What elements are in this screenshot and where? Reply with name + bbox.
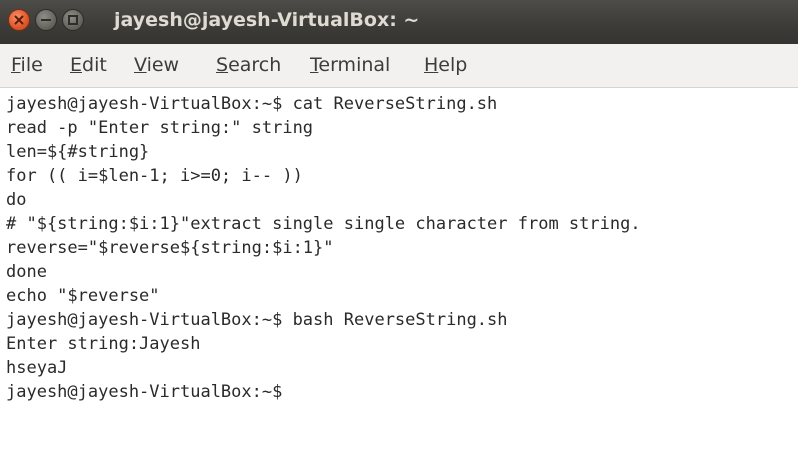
minimize-icon: [41, 19, 51, 21]
menu-terminal-label: erminal: [318, 54, 391, 76]
maximize-button[interactable]: [62, 9, 84, 31]
terminal-line: # "${string:$i:1}"extract single single …: [6, 214, 641, 234]
menu-search[interactable]: Search: [216, 54, 281, 76]
terminal-line: hseyaJ: [6, 358, 68, 378]
terminal-line: do: [6, 190, 27, 210]
menu-file[interactable]: File: [11, 54, 43, 76]
terminal-line: len=${#string}: [6, 142, 150, 162]
menu-help[interactable]: Help: [424, 54, 467, 76]
terminal-line: read -p "Enter string:" string: [6, 118, 314, 138]
close-icon: [14, 15, 24, 25]
window-title: jayesh@jayesh-VirtualBox: ~: [114, 9, 420, 31]
menu-view-mnemonic: V: [134, 54, 147, 76]
menu-search-label: earch: [228, 54, 282, 76]
terminal-line: for (( i=$len-1; i>=0; i-- )): [6, 166, 303, 186]
menu-terminal[interactable]: Terminal: [310, 54, 390, 76]
menu-edit-label: dit: [82, 54, 107, 76]
terminal-line: jayesh@jayesh-VirtualBox:~$: [6, 382, 283, 402]
terminal-line: reverse="$reverse${string:$i:1}": [6, 238, 334, 258]
menu-help-mnemonic: H: [424, 54, 439, 76]
menu-edit[interactable]: Edit: [70, 54, 107, 76]
terminal-output[interactable]: jayesh@jayesh-VirtualBox:~$ cat ReverseS…: [0, 88, 798, 450]
terminal-line: done: [6, 262, 47, 282]
terminal-line: Enter string:Jayesh: [6, 334, 201, 354]
terminal-line: jayesh@jayesh-VirtualBox:~$ cat ReverseS…: [6, 94, 498, 114]
menu-edit-mnemonic: E: [70, 54, 83, 76]
maximize-icon: [68, 15, 78, 25]
terminal-window: jayesh@jayesh-VirtualBox: ~ File Edit Vi…: [0, 0, 798, 450]
menu-view-label: iew: [146, 54, 180, 76]
title-bar[interactable]: jayesh@jayesh-VirtualBox: ~: [0, 0, 798, 44]
minimize-button[interactable]: [35, 9, 57, 31]
menu-help-label: elp: [438, 54, 468, 76]
menu-search-mnemonic: S: [216, 54, 229, 76]
close-button[interactable]: [8, 9, 30, 31]
terminal-line: jayesh@jayesh-VirtualBox:~$ bash Reverse…: [6, 310, 508, 330]
menu-bar: File Edit View Search Terminal Help: [0, 44, 798, 88]
menu-view[interactable]: View: [134, 54, 179, 76]
terminal-line: echo "$reverse": [6, 286, 160, 306]
menu-file-label: ile: [20, 54, 43, 76]
menu-file-mnemonic: F: [11, 54, 21, 76]
